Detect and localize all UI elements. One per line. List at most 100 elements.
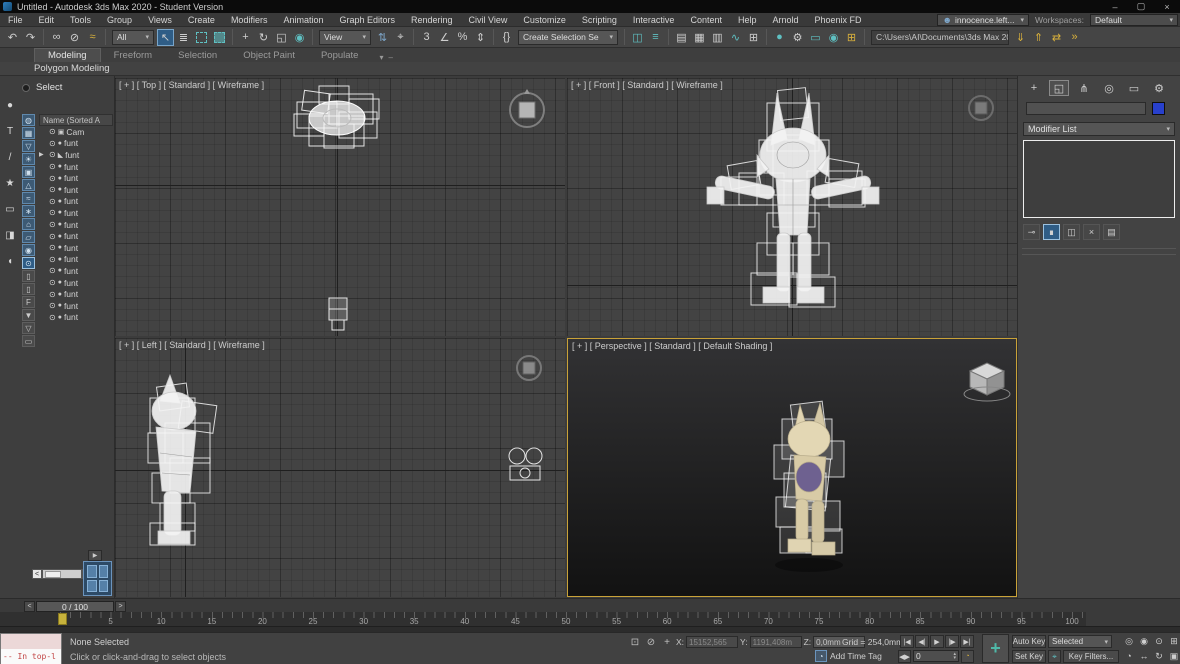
save-file-icon[interactable]: ⇑ bbox=[1030, 29, 1047, 46]
link-file-icon[interactable]: ⇄ bbox=[1048, 29, 1065, 46]
scene-tree-row[interactable]: ⊙●funt bbox=[39, 230, 113, 242]
y-value-field[interactable]: 1191,408m bbox=[750, 636, 802, 648]
selection-filter-dropdown[interactable]: All▾ bbox=[112, 30, 154, 45]
node-label[interactable]: funt bbox=[64, 243, 78, 253]
listener-script-pane[interactable]: -- In top-l bbox=[1, 649, 61, 664]
display-bones-icon[interactable]: ⌂ bbox=[22, 218, 35, 230]
select-and-rotate-icon[interactable]: ↻ bbox=[255, 29, 272, 46]
pan-icon[interactable]: ↔ bbox=[1137, 649, 1151, 663]
node-label[interactable]: funt bbox=[64, 208, 78, 218]
ribbon-tab-modeling[interactable]: Modeling bbox=[34, 48, 101, 62]
redo-icon[interactable]: ↷ bbox=[22, 29, 39, 46]
ribbon-tab-populate[interactable]: Populate bbox=[308, 49, 372, 62]
time-slider-next-icon[interactable]: > bbox=[115, 601, 126, 612]
time-configuration-icon[interactable]: ◔ bbox=[961, 650, 974, 663]
visibility-eye-icon[interactable]: ⊙ bbox=[49, 278, 56, 287]
object-color-swatch[interactable] bbox=[1152, 102, 1165, 115]
render-setup-icon[interactable]: ⚙ bbox=[789, 29, 806, 46]
menu-views[interactable]: Views bbox=[140, 15, 180, 25]
layer-explorer-toggle-icon[interactable]: ▦ bbox=[691, 29, 708, 46]
previous-frame-icon[interactable]: ◀| bbox=[915, 635, 929, 648]
node-label[interactable]: funt bbox=[65, 150, 79, 160]
node-label[interactable]: funt bbox=[64, 301, 78, 311]
make-unique-icon[interactable]: ◫ bbox=[1063, 224, 1080, 240]
timeline-ruler[interactable]: 5101520253035404550556065707580859095100 bbox=[0, 612, 1180, 626]
pick-folder-icon[interactable]: ▭ bbox=[22, 335, 35, 347]
ribbon-minimize-icon[interactable]: – bbox=[388, 53, 392, 62]
visibility-eye-icon[interactable]: ⊙ bbox=[49, 174, 56, 183]
render-production-icon[interactable]: ◉ bbox=[825, 29, 842, 46]
key-mode-toggle-icon[interactable]: ◀▶ bbox=[898, 650, 911, 663]
use-pivot-point-icon[interactable]: ⇅ bbox=[374, 29, 391, 46]
sort-icon[interactable]: ◍ bbox=[22, 114, 35, 126]
play-icon[interactable]: ▶ bbox=[930, 635, 944, 648]
lock-cell-icon[interactable]: ▯ bbox=[22, 270, 35, 282]
visibility-eye-icon[interactable]: ⊙ bbox=[49, 301, 56, 310]
scrollbar-thumb[interactable] bbox=[45, 571, 61, 578]
viewport-perspective[interactable]: [ + ] [ Perspective ] [ Standard ] [ Def… bbox=[567, 338, 1017, 597]
visibility-eye-icon[interactable]: ⊙ bbox=[49, 197, 56, 206]
viewcube-left[interactable] bbox=[513, 352, 545, 384]
name-column-header[interactable]: Name (Sorted A bbox=[39, 114, 113, 126]
scene-tree-row[interactable]: ⊙●funt bbox=[39, 184, 113, 196]
menu-phoenix-fd[interactable]: Phoenix FD bbox=[807, 15, 870, 25]
select-and-scale-icon[interactable]: ◱ bbox=[273, 29, 290, 46]
time-slider-prev-icon[interactable]: < bbox=[24, 601, 35, 612]
visibility-eye-icon[interactable]: ⊙ bbox=[49, 150, 56, 159]
zoom-extents-icon[interactable]: ⊙ bbox=[1152, 634, 1166, 648]
menu-civil-view[interactable]: Civil View bbox=[461, 15, 516, 25]
visibility-eye-icon[interactable]: ⊙ bbox=[49, 162, 56, 171]
menu-edit[interactable]: Edit bbox=[31, 15, 63, 25]
find-icon[interactable]: F bbox=[22, 296, 35, 308]
maxscript-mini-listener[interactable]: -- In top-l bbox=[0, 633, 62, 664]
orbit-icon[interactable]: ↻ bbox=[1152, 649, 1166, 663]
visibility-eye-icon[interactable]: ⊙ bbox=[49, 185, 56, 194]
modifier-list-dropdown[interactable]: Modifier List ▾ bbox=[1023, 122, 1175, 136]
display-filter-icon[interactable]: ▽ bbox=[22, 322, 35, 334]
menu-group[interactable]: Group bbox=[99, 15, 140, 25]
field-of-view-icon[interactable]: ◔ bbox=[1122, 649, 1136, 663]
transform-entry-icon[interactable]: + bbox=[660, 635, 674, 649]
scene-tree-row[interactable]: ⊙●funt bbox=[39, 265, 113, 277]
auto-key-button[interactable]: Auto Key bbox=[1012, 635, 1046, 648]
remove-modifier-icon[interactable]: × bbox=[1083, 224, 1100, 240]
import-file-icon[interactable]: ⇓ bbox=[1012, 29, 1029, 46]
explorer-expand-button[interactable]: ▶ bbox=[88, 550, 102, 561]
maximize-icon[interactable]: ▢ bbox=[1128, 0, 1154, 13]
display-cameras-icon[interactable]: ▣ bbox=[22, 166, 35, 178]
display-visibility-icon[interactable]: ⊙ bbox=[22, 257, 35, 269]
new-key-settings-icon[interactable]: ⌖ bbox=[1048, 650, 1061, 663]
zoom-extents-all-icon[interactable]: ⊞ bbox=[1167, 634, 1180, 648]
material-editor-icon[interactable]: ● bbox=[771, 29, 788, 46]
display-groups-icon[interactable]: ▱ bbox=[22, 231, 35, 243]
menu-help[interactable]: Help bbox=[730, 15, 765, 25]
visibility-eye-icon[interactable]: ⊙ bbox=[49, 208, 56, 217]
scene-tree-row[interactable]: ⊙●funt bbox=[39, 242, 113, 254]
isolate-selection-icon[interactable]: ⊡ bbox=[628, 635, 642, 649]
menu-content[interactable]: Content bbox=[682, 15, 730, 25]
close-icon[interactable]: × bbox=[1154, 0, 1180, 13]
scene-explorer-toggle-icon[interactable]: ▤ bbox=[673, 29, 690, 46]
menu-scripting[interactable]: Scripting bbox=[574, 15, 625, 25]
ribbon-collapse-icon[interactable]: ▾ bbox=[379, 53, 383, 62]
scene-tree-row[interactable]: ⊙●funt bbox=[39, 196, 113, 208]
spinner-icon[interactable]: ▴▾ bbox=[953, 652, 956, 660]
display-lights-icon[interactable]: ☀ bbox=[22, 153, 35, 165]
set-keys-button[interactable]: + bbox=[982, 634, 1009, 663]
node-label[interactable]: funt bbox=[64, 312, 78, 322]
visibility-eye-icon[interactable]: ⊙ bbox=[49, 139, 56, 148]
ribbon-tab-selection[interactable]: Selection bbox=[165, 49, 230, 62]
edit-cell-icon[interactable]: ▯ bbox=[22, 283, 35, 295]
go-to-end-icon[interactable]: ▶| bbox=[960, 635, 974, 648]
viewport-top-label[interactable]: [ + ] [ Top ] [ Standard ] [ Wireframe ] bbox=[119, 80, 264, 90]
curve-editor-icon[interactable]: ∿ bbox=[727, 29, 744, 46]
node-label[interactable]: funt bbox=[64, 254, 78, 264]
select-object-icon[interactable]: ↖ bbox=[157, 29, 174, 46]
scene-tree-row[interactable]: ⊙●funt bbox=[39, 288, 113, 300]
minimize-icon[interactable]: – bbox=[1102, 0, 1128, 13]
select-and-move-icon[interactable]: + bbox=[237, 29, 254, 46]
ribbon-tab-freeform[interactable]: Freeform bbox=[101, 49, 166, 62]
configure-modifier-sets-icon[interactable]: ▤ bbox=[1103, 224, 1120, 240]
utilities-tab-icon[interactable]: ⚙ bbox=[1149, 80, 1169, 96]
menu-graph-editors[interactable]: Graph Editors bbox=[331, 15, 403, 25]
